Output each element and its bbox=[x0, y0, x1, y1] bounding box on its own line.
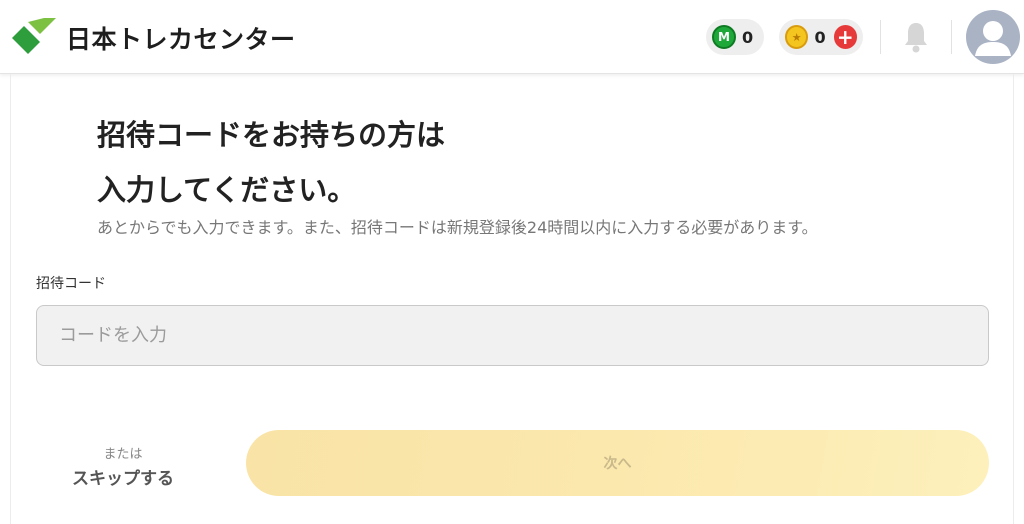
app-header: 日本トレカセンター M 0 ★ 0 + bbox=[0, 0, 1024, 74]
header-divider bbox=[951, 20, 952, 54]
page-title: 招待コードをお持ちの方は 入力してください。 bbox=[97, 108, 445, 218]
user-avatar[interactable] bbox=[966, 10, 1020, 64]
page-subtitle: あとからでも入力できます。また、招待コードは新規登録後24時間以内に入力する必要… bbox=[97, 218, 818, 237]
m-points-balance[interactable]: M 0 bbox=[706, 19, 764, 55]
logo-text: 日本トレカセンター bbox=[66, 25, 296, 54]
header-divider bbox=[880, 20, 881, 54]
coin-value: 0 bbox=[814, 27, 826, 47]
bell-icon[interactable] bbox=[901, 20, 931, 54]
content-border-left bbox=[10, 74, 11, 524]
skip-or-text: または bbox=[103, 447, 143, 462]
brand-logo[interactable]: 日本トレカセンター bbox=[12, 18, 296, 58]
m-point-icon: M bbox=[712, 25, 736, 49]
next-button[interactable]: 次へ bbox=[246, 430, 989, 496]
page-title-line: 入力してください。 bbox=[97, 173, 357, 207]
m-points-value: 0 bbox=[742, 27, 754, 47]
avatar-icon bbox=[975, 21, 1011, 56]
coin-balance[interactable]: ★ 0 + bbox=[779, 19, 863, 55]
page-title-line: 招待コードをお持ちの方は bbox=[97, 118, 446, 152]
invite-code-label: 招待コード bbox=[36, 276, 106, 292]
skip-label: スキップする bbox=[72, 469, 174, 489]
add-coins-button[interactable]: + bbox=[833, 25, 857, 49]
logo-mark-icon bbox=[12, 18, 56, 54]
coin-icon: ★ bbox=[785, 25, 809, 49]
skip-button[interactable]: または スキップする bbox=[58, 443, 188, 489]
content-border-right bbox=[1013, 74, 1014, 524]
invite-code-input[interactable] bbox=[36, 305, 989, 366]
